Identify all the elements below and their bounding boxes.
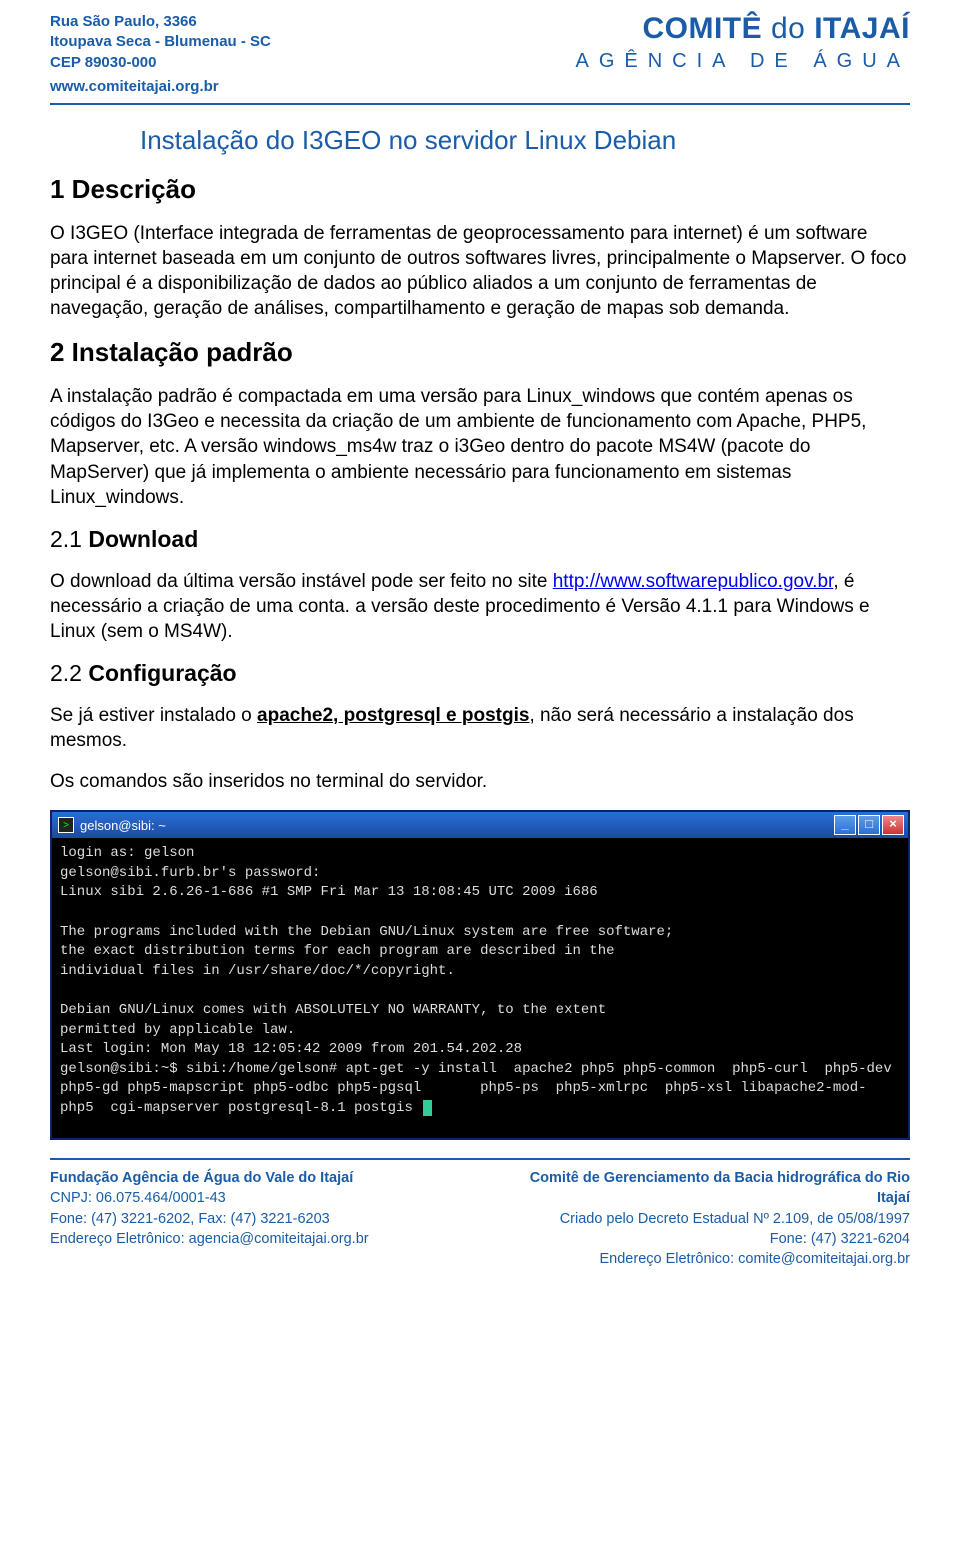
terminal-icon: > bbox=[58, 817, 74, 833]
footer-email-left: Endereço Eletrônico: agencia@comiteitaja… bbox=[50, 1229, 369, 1249]
section-2-2-paragraph-1: Se já estiver instalado o apache2, postg… bbox=[50, 703, 910, 753]
document-body: Instalação do I3GEO no servidor Linux De… bbox=[50, 125, 910, 1140]
logo-word-3: ITAJAÍ bbox=[814, 12, 910, 45]
footer-email-right: Endereço Eletrônico: comite@comiteitajai… bbox=[497, 1249, 910, 1269]
cep: CEP 89030-000 bbox=[50, 53, 271, 73]
footer-right: Comitê de Gerenciamento da Bacia hidrogr… bbox=[497, 1168, 910, 1269]
required-packages: apache2, postgresql e postgis bbox=[257, 705, 529, 726]
footer-cnpj: CNPJ: 06.075.464/0001-43 bbox=[50, 1188, 369, 1208]
terminal-titlebar[interactable]: > gelson@sibi: ~ _ □ × bbox=[52, 812, 908, 838]
section-2-1-paragraph: O download da última versão instável pod… bbox=[50, 569, 910, 644]
section-2-2-number: 2.2 bbox=[50, 660, 82, 686]
p1-before: Se já estiver instalado o bbox=[50, 705, 257, 726]
section-2-heading: 2 Instalação padrão bbox=[50, 337, 910, 368]
city: Itoupava Seca - Blumenau - SC bbox=[50, 32, 271, 52]
org-address: Rua São Paulo, 3366 Itoupava Seca - Blum… bbox=[50, 12, 271, 97]
close-button[interactable]: × bbox=[882, 815, 904, 835]
section-2-1-number: 2.1 bbox=[50, 526, 82, 552]
logo-subtitle: AGÊNCIA DE ÁGUA bbox=[576, 50, 911, 73]
terminal-window: > gelson@sibi: ~ _ □ × login as: gelson … bbox=[50, 810, 910, 1140]
terminal-title: gelson@sibi: ~ bbox=[80, 818, 166, 833]
section-2-2-heading: 2.2 Configuração bbox=[50, 660, 910, 687]
logo-title: COMITÊ do ITAJAÍ bbox=[576, 12, 911, 46]
site-url: www.comiteitajai.org.br bbox=[50, 77, 271, 97]
download-link[interactable]: http://www.softwarepublico.gov.br bbox=[553, 571, 834, 592]
section-2-1-title: Download bbox=[88, 526, 198, 552]
street: Rua São Paulo, 3366 bbox=[50, 12, 271, 32]
text-before-link: O download da última versão instável pod… bbox=[50, 571, 553, 592]
terminal-body[interactable]: login as: gelson gelson@sibi.furb.br's p… bbox=[52, 838, 908, 1138]
minimize-button[interactable]: _ bbox=[834, 815, 856, 835]
section-2-paragraph: A instalação padrão é compactada em uma … bbox=[50, 384, 910, 509]
page-header: Rua São Paulo, 3366 Itoupava Seca - Blum… bbox=[50, 12, 910, 105]
maximize-button[interactable]: □ bbox=[858, 815, 880, 835]
footer-phones-left: Fone: (47) 3221-6202, Fax: (47) 3221-620… bbox=[50, 1209, 369, 1229]
page-footer: Fundação Agência de Água do Vale do Itaj… bbox=[50, 1158, 910, 1269]
footer-left: Fundação Agência de Água do Vale do Itaj… bbox=[50, 1168, 369, 1269]
footer-phone-right: Fone: (47) 3221-6204 bbox=[497, 1229, 910, 1249]
footer-right-title: Comitê de Gerenciamento da Bacia hidrogr… bbox=[497, 1168, 910, 1209]
logo-word-2: do bbox=[771, 12, 805, 45]
logo-word-1: COMITÊ bbox=[642, 12, 762, 45]
document-title: Instalação do I3GEO no servidor Linux De… bbox=[140, 125, 910, 156]
terminal-cursor bbox=[423, 1100, 432, 1116]
section-2-2-title: Configuração bbox=[88, 660, 236, 686]
section-2-1-heading: 2.1 Download bbox=[50, 526, 910, 553]
section-2-2-paragraph-2: Os comandos são inseridos no terminal do… bbox=[50, 769, 910, 794]
section-1-heading: 1 Descrição bbox=[50, 174, 910, 205]
section-1-paragraph: O I3GEO (Interface integrada de ferramen… bbox=[50, 221, 910, 321]
terminal-text: login as: gelson gelson@sibi.furb.br's p… bbox=[60, 845, 900, 1116]
logo: COMITÊ do ITAJAÍ AGÊNCIA DE ÁGUA bbox=[576, 12, 911, 73]
footer-decree: Criado pelo Decreto Estadual Nº 2.109, d… bbox=[497, 1209, 910, 1229]
footer-left-title: Fundação Agência de Água do Vale do Itaj… bbox=[50, 1168, 369, 1188]
